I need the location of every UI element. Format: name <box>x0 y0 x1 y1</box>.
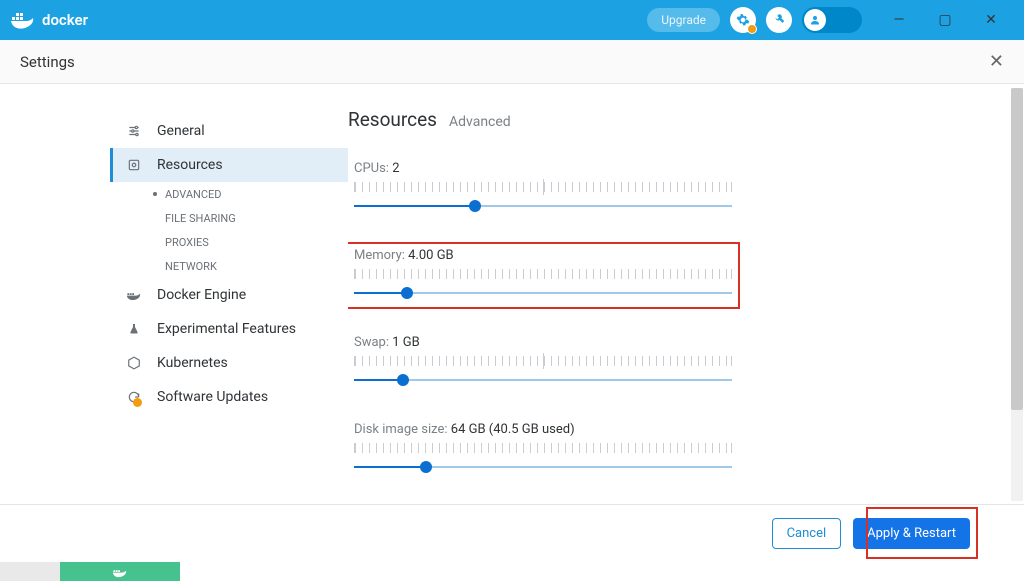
vertical-scrollbar[interactable] <box>1011 88 1023 501</box>
person-icon <box>804 9 826 31</box>
refresh-icon <box>125 390 143 404</box>
sidebar: General Resources ADVANCED FILE SHARING … <box>0 84 348 504</box>
account-menu[interactable] <box>802 7 862 33</box>
footer: Cancel Apply & Restart <box>0 504 1024 562</box>
disk-label: Disk image size: <box>354 422 448 437</box>
settings-header: Settings ✕ <box>0 40 1024 84</box>
taskbar-segment[interactable] <box>0 562 60 581</box>
swap-field: Swap: 1 GB <box>348 331 738 394</box>
disk-value: 64 GB (40.5 GB used) <box>451 422 575 437</box>
minimize-button[interactable]: — <box>876 4 922 36</box>
memory-value: 4.00 GB <box>408 248 454 263</box>
update-badge-icon <box>133 398 142 407</box>
swap-value: 1 GB <box>392 335 420 350</box>
window-controls: — ▢ ✕ <box>876 4 1014 36</box>
title-bar: docker Upgrade — ▢ ✕ <box>0 0 1024 40</box>
sidebar-item-label: Docker Engine <box>157 287 246 303</box>
sidebar-sub-label: PROXIES <box>165 236 209 249</box>
memory-label: Memory: <box>354 248 405 263</box>
section-title: Resources <box>348 108 437 131</box>
sidebar-item-experimental[interactable]: Experimental Features <box>110 312 348 346</box>
sidebar-sub-label: FILE SHARING <box>165 212 236 225</box>
logo-text: docker <box>42 11 88 29</box>
sidebar-sub-label: NETWORK <box>165 260 217 273</box>
settings-icon[interactable] <box>730 7 756 33</box>
sidebar-sub-advanced[interactable]: ADVANCED <box>110 182 348 206</box>
cpus-field: CPUs: 2 <box>348 157 738 220</box>
taskbar <box>0 562 1024 581</box>
cpus-ticks <box>354 182 732 192</box>
swap-label: Swap: <box>354 335 389 350</box>
sidebar-item-label: Kubernetes <box>157 355 228 371</box>
memory-ticks <box>354 269 732 279</box>
resources-icon <box>125 158 143 172</box>
cancel-button[interactable]: Cancel <box>772 518 842 549</box>
flask-icon <box>125 322 143 336</box>
sidebar-item-label: General <box>157 123 205 139</box>
swap-ticks <box>354 356 732 366</box>
main-panel: Resources Advanced CPUs: 2 Memory: 4.00 … <box>348 84 1024 504</box>
memory-slider[interactable] <box>354 285 732 301</box>
sidebar-item-label: Resources <box>157 157 223 173</box>
sidebar-sub-proxies[interactable]: PROXIES <box>110 230 348 254</box>
whale-icon <box>125 289 143 301</box>
sidebar-item-kubernetes[interactable]: Kubernetes <box>110 346 348 380</box>
notification-badge-icon <box>747 24 757 34</box>
swap-slider[interactable] <box>354 372 732 388</box>
close-settings-button[interactable]: ✕ <box>989 51 1004 72</box>
disk-ticks <box>354 443 732 453</box>
cpus-label: CPUs: <box>354 161 389 176</box>
apply-restart-button[interactable]: Apply & Restart <box>853 518 970 549</box>
disk-field: Disk image size: 64 GB (40.5 GB used) <box>348 418 738 481</box>
whale-icon <box>112 566 128 578</box>
maximize-button[interactable]: ▢ <box>922 4 968 36</box>
docker-logo: docker <box>10 10 88 30</box>
sidebar-sub-network[interactable]: NETWORK <box>110 254 348 278</box>
troubleshoot-icon[interactable] <box>766 7 792 33</box>
upgrade-button[interactable]: Upgrade <box>647 8 720 32</box>
disk-slider[interactable] <box>354 459 732 475</box>
sidebar-item-general[interactable]: General <box>110 114 348 148</box>
kubernetes-icon <box>125 356 143 370</box>
cpus-slider[interactable] <box>354 198 732 214</box>
sidebar-item-label: Experimental Features <box>157 321 296 337</box>
taskbar-docker-running[interactable] <box>60 562 180 581</box>
close-window-button[interactable]: ✕ <box>968 4 1014 36</box>
sliders-icon <box>125 124 143 138</box>
memory-field: Memory: 4.00 GB <box>348 244 738 307</box>
sidebar-item-docker-engine[interactable]: Docker Engine <box>110 278 348 312</box>
bullet-icon <box>153 192 157 196</box>
whale-icon <box>10 10 36 30</box>
body-area: General Resources ADVANCED FILE SHARING … <box>0 84 1024 504</box>
sidebar-item-updates[interactable]: Software Updates <box>110 380 348 414</box>
section-subtitle: Advanced <box>449 114 511 130</box>
sidebar-sub-label: ADVANCED <box>165 188 222 201</box>
cpus-value: 2 <box>392 161 399 176</box>
page-title: Settings <box>20 53 75 71</box>
sidebar-item-label: Software Updates <box>157 389 268 405</box>
sidebar-sub-filesharing[interactable]: FILE SHARING <box>110 206 348 230</box>
sidebar-item-resources[interactable]: Resources <box>110 148 348 182</box>
